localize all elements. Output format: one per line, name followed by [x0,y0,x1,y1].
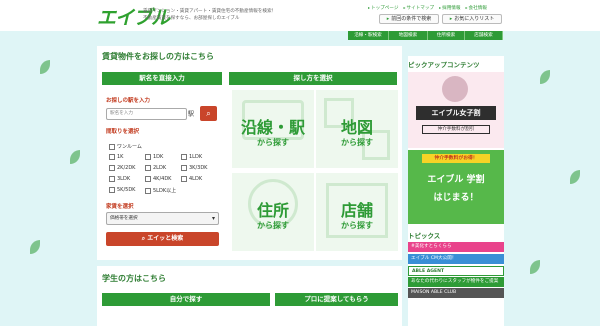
tile-store-search[interactable]: 店舗 から探す [316,173,398,251]
nav-station-search[interactable]: 沿線・駅検索 [348,31,389,40]
site-header: エイブル 賃貸マンション・賃貸アパート・賃貸住宅の不動産情報を検索！ 不動産賃貸… [0,0,600,31]
tile-map-search[interactable]: 地図 から探す [316,90,398,168]
topics-title: トピックス [408,232,441,240]
student-section: 学生の方はこちら 自分で探す プロに提案してもらう [97,266,402,326]
able-search-button[interactable]: ⌕ エイッと検索 [106,232,219,246]
layout-checkbox[interactable]: 1DK [145,154,163,160]
layout-checkbox[interactable]: 1K [109,154,123,160]
topic-item[interactable]: #美化すとらくらら [408,242,504,252]
leaf-decoration [40,60,50,74]
header-tagline-2: 不動産賃貸を探すなら、お部屋探しのエイブル [143,16,240,21]
layout-checkbox[interactable]: ワンルーム [109,143,142,150]
previous-search-button[interactable]: 前回の条件で検索 [379,14,439,24]
top-page-link[interactable]: トップページ [368,5,398,11]
station-label: お探しの駅を入力 [106,98,151,104]
rent-select[interactable]: 価格帯を選択 [106,212,219,225]
rental-search-panel: 賃貸物件をお探しの方はこちら 駅名を直接入力 探し方を選択 お探しの駅を入力 駅… [97,46,402,260]
topic-item[interactable]: あなたの代わりにスタッフが物件をご提案 [408,277,504,287]
layout-checkbox[interactable]: 4LDK [181,176,202,182]
student-pro-search-tab[interactable]: プロに提案してもらう [275,293,398,306]
station-input[interactable]: 駅名を入力 [106,108,187,120]
favorites-button[interactable]: お気に入りリスト [442,14,502,24]
sidebar: ピックアップコンテンツ エイブル女子割 仲介手数料が割引 仲介手数料がお得！ エ… [408,56,504,326]
layout-checkbox[interactable]: 5LDK以上 [145,187,176,194]
header-tagline: 賃貸マンション・賃貸アパート・賃貸住宅の不動産情報を検索！ [143,9,277,14]
topic-item[interactable]: ABLE AGENT [408,266,504,276]
model-avatar [442,76,468,102]
layout-checkbox[interactable]: 4K/4DK [145,176,171,182]
header-links: トップページ サイトマップ 採用情報 会社情報 [368,5,487,11]
nav-address-search[interactable]: 住所検索 [428,31,465,40]
layout-label: 間取りを選択 [106,129,140,135]
station-suffix: 駅 [188,111,195,118]
tile-station-search[interactable]: 沿線・駅 から探す [232,90,314,168]
gakuwari-banner[interactable]: 仲介手数料がお得！ エイブル 学割 はじまる！ [408,150,504,224]
recruit-link[interactable]: 採用情報 [439,5,460,11]
student-title: 学生の方はこちら [102,274,166,283]
topic-item[interactable]: エイブル CM大公開！ [408,254,504,264]
sitemap-link[interactable]: サイトマップ [404,5,435,11]
search-icon: ⌕ [206,109,211,118]
layout-checkbox[interactable]: 3K/3DK [181,165,207,171]
station-search-button[interactable]: ⌕ [200,106,217,121]
station-input-header: 駅名を直接入力 [102,72,222,85]
layout-checkbox[interactable]: 2LDK [145,165,166,171]
leaf-decoration [30,240,40,254]
layout-checkbox[interactable]: 3LDK [109,176,130,182]
tile-address-search[interactable]: 住所 から探す [232,173,314,251]
leaf-decoration [70,150,80,164]
company-link[interactable]: 会社情報 [466,5,487,11]
leaf-decoration [570,170,580,184]
topic-item[interactable]: MAISON ABLE CLUB [408,288,504,298]
joshi-wari-banner[interactable]: エイブル女子割 仲介手数料が割引 [408,72,504,148]
nav-map-search[interactable]: 地図検索 [389,31,428,40]
layout-checkbox[interactable]: 2K/2DK [109,165,135,171]
leaf-decoration [540,70,550,84]
rental-search-title: 賃貸物件をお探しの方はこちら [102,52,214,61]
pickup-title: ピックアップコンテンツ [408,61,480,69]
rent-label: 家賃を選択 [106,204,134,210]
layout-checkbox[interactable]: 1LDK [181,154,202,160]
layout-checkbox[interactable]: 5K/5DK [109,187,135,193]
search-method-header: 探し方を選択 [229,72,397,85]
nav-store-search[interactable]: 店舗検索 [465,31,503,40]
leaf-decoration [530,260,540,274]
student-self-search-tab[interactable]: 自分で探す [102,293,270,306]
